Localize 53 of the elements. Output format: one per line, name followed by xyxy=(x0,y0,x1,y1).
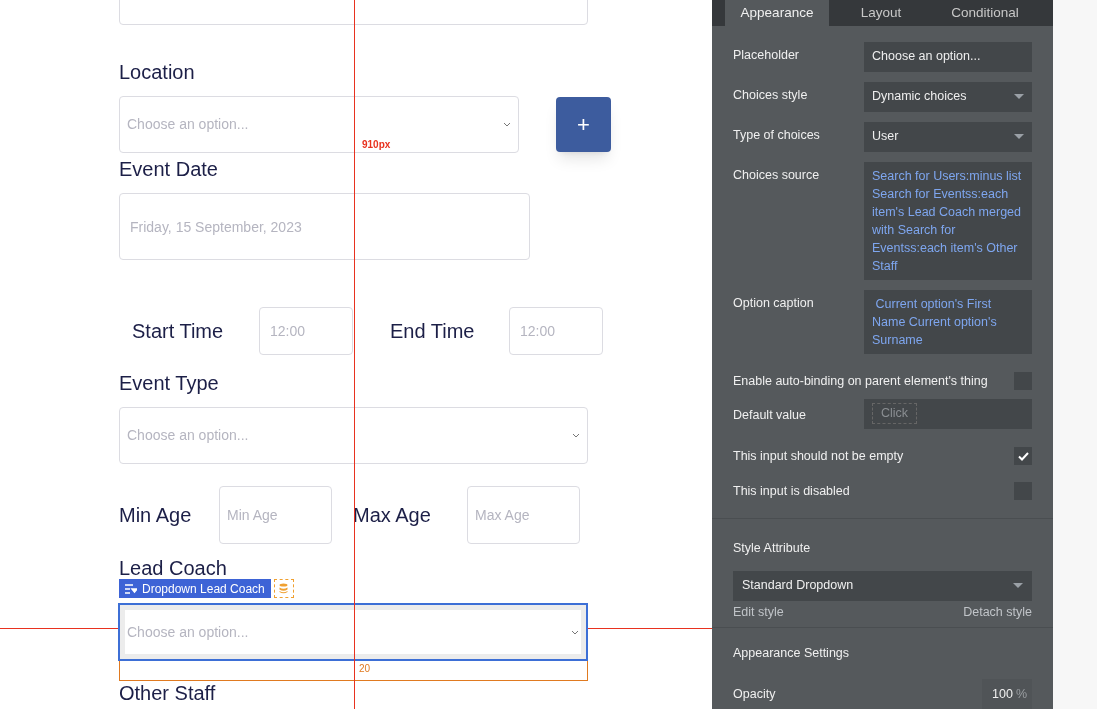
field-label: Event Date xyxy=(119,157,219,181)
property-label: Placeholder xyxy=(733,46,800,64)
detach-style-link[interactable]: Detach style xyxy=(963,602,1032,622)
field-label: Event Type xyxy=(119,371,220,395)
checkbox[interactable] xyxy=(1014,447,1032,466)
number-field[interactable]: Min Age xyxy=(219,486,332,544)
chevron-down-icon xyxy=(571,629,579,635)
field-label: Max Age xyxy=(353,503,432,527)
property-label: Default value xyxy=(733,407,807,425)
time-field[interactable]: 12:00 xyxy=(509,307,603,355)
property-label: This input should not be empty xyxy=(733,447,904,465)
caret-icon xyxy=(1014,134,1024,140)
chevron-down-icon xyxy=(572,433,580,438)
select-field[interactable]: Dynamic choices xyxy=(864,81,1032,112)
number-field[interactable]: Max Age xyxy=(467,486,580,544)
tag-label: Dropdown Lead Coach xyxy=(142,580,265,598)
checkmark-icon xyxy=(1017,451,1029,461)
expression-field[interactable]: Current option's First Name Current option's Surname xyxy=(864,289,1032,354)
field-label: Min Age xyxy=(119,503,193,527)
field-label: Start Time xyxy=(132,319,225,343)
text-field[interactable]: Choose an option... xyxy=(864,41,1032,72)
style-select[interactable]: Standard Dropdown xyxy=(733,570,1032,601)
database-icon xyxy=(273,579,294,598)
ruler-label: 910px xyxy=(362,137,391,152)
spacing-indicator: 20 xyxy=(119,661,588,681)
tab[interactable]: Layout xyxy=(829,0,933,26)
property-label: Choices style xyxy=(733,86,809,104)
tab[interactable]: Appearance xyxy=(725,0,829,26)
property-label: Option caption xyxy=(733,294,815,312)
select-field[interactable]: User xyxy=(864,121,1032,152)
tab[interactable]: Conditional xyxy=(933,0,1037,26)
caret-icon xyxy=(1014,94,1024,100)
field-label: Lead Coach xyxy=(119,558,228,579)
field-label: Other Staff xyxy=(119,682,217,704)
chevron-down-icon xyxy=(503,122,511,127)
field-label: End Time xyxy=(390,319,476,343)
date-field[interactable]: Friday, 15 September, 2023 xyxy=(119,193,530,260)
property-label: Type of choices xyxy=(733,126,821,144)
field-label: Location xyxy=(119,60,196,84)
dropdown-list-icon xyxy=(125,583,137,594)
expression-field[interactable]: Search for Users:minus list Search for Eventss:each item's Lead Coach merged with Search for Eventss:each item's Other Staff xyxy=(864,161,1032,280)
edit-style-link[interactable]: Edit style xyxy=(733,602,784,622)
dropdown-placeholder: Choose an option... xyxy=(127,622,249,642)
property-label: Enable auto-binding on parent element's thing xyxy=(733,372,988,390)
property-label: Opacity xyxy=(733,685,776,703)
section-title: Appearance Settings xyxy=(733,645,851,663)
time-field[interactable]: 12:00 xyxy=(259,307,353,355)
opacity-field[interactable]: 100 % xyxy=(982,679,1032,709)
property-label: Choices source xyxy=(733,166,821,184)
property-label: This input is disabled xyxy=(733,482,850,500)
section-title: Style Attribute xyxy=(733,539,812,557)
caret-icon xyxy=(1013,583,1023,588)
add-button[interactable]: + xyxy=(556,97,611,152)
